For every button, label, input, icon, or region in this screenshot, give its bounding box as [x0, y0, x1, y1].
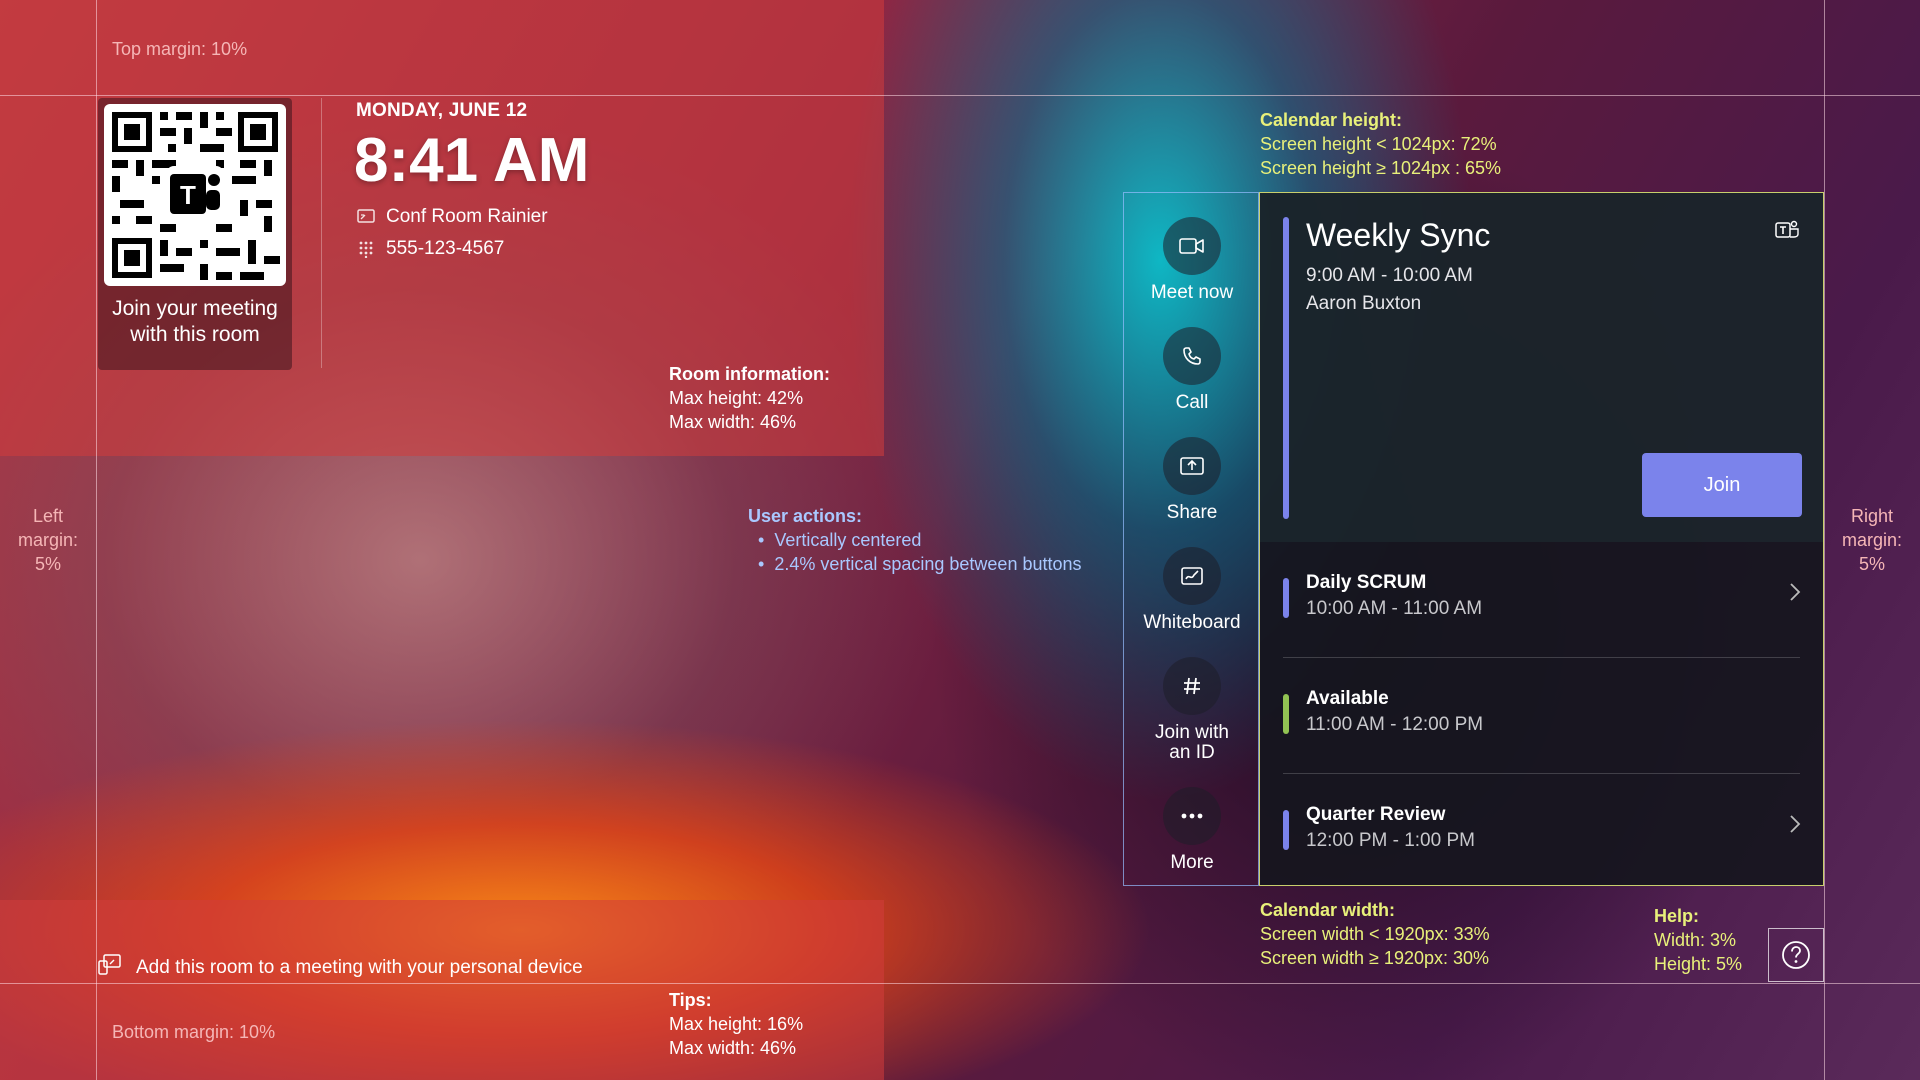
help-icon	[1782, 941, 1810, 969]
teams-icon	[1775, 219, 1799, 241]
qr-caption: Join your meeting with this room	[112, 297, 278, 346]
meet-now-label: Meet now	[1150, 282, 1234, 303]
item-time: 10:00 AM - 11:00 AM	[1306, 598, 1483, 619]
item-time: 12:00 PM - 1:00 PM	[1306, 830, 1475, 851]
dialpad-icon	[356, 240, 376, 258]
hash-icon	[1163, 657, 1221, 715]
join-with-id-button[interactable]: Join with an ID	[1124, 657, 1260, 763]
item-title: Available	[1306, 688, 1389, 709]
item-accent	[1283, 694, 1289, 734]
chevron-right-icon	[1789, 814, 1801, 839]
current-meeting-time: 9:00 AM - 10:00 AM	[1306, 265, 1473, 286]
date-label: MONDAY, JUNE 12	[356, 100, 528, 121]
item-accent	[1283, 578, 1289, 618]
cast-device-icon	[98, 954, 122, 982]
right-margin-label: Right margin: 5%	[1841, 506, 1903, 574]
current-meeting-organizer: Aaron Buxton	[1306, 293, 1422, 314]
call-label: Call	[1175, 392, 1209, 413]
whiteboard-label: Whiteboard	[1143, 612, 1241, 633]
user-actions-annotation: User actions: • Vertically centered • 2.…	[748, 506, 1082, 574]
call-button[interactable]: Call	[1124, 327, 1260, 413]
calendar-height-annotation: Calendar height: Screen height < 1024px:…	[1260, 110, 1502, 178]
bottom-margin-label: Bottom margin: 10%	[112, 1022, 276, 1042]
top-margin-label: Top margin: 10%	[112, 39, 248, 59]
more-label: More	[1170, 852, 1214, 873]
tips-annotation: Tips: Max height: 16% Max width: 46%	[669, 990, 804, 1058]
room-display-icon	[356, 209, 376, 225]
room-info-annotation: Room information: Max height: 42% Max wi…	[669, 364, 830, 432]
left-margin-label: Left margin: 5%	[17, 506, 79, 574]
meet-now-button[interactable]: Meet now	[1124, 217, 1260, 303]
phone-icon	[1163, 327, 1221, 385]
item-time: 11:00 AM - 12:00 PM	[1306, 714, 1484, 735]
qr-card: T Join your meeting with this room	[98, 98, 292, 370]
calendar-width-annotation: Calendar width: Screen width < 1920px: 3…	[1260, 900, 1490, 968]
join-with-id-label: Join with an ID	[1155, 722, 1229, 763]
tip-text: Add this room to a meeting with your per…	[136, 957, 583, 978]
share-button[interactable]: Share	[1124, 437, 1260, 523]
current-meeting-accent	[1283, 217, 1289, 519]
svg-text:T: T	[180, 180, 196, 210]
help-annotation: Help: Width: 3% Height: 5%	[1654, 906, 1743, 974]
calendar-item-quarter-review[interactable]: Quarter Review 12:00 PM - 1:00 PM	[1260, 774, 1823, 874]
calendar-item-daily-scrum[interactable]: Daily SCRUM 10:00 AM - 11:00 AM	[1260, 542, 1823, 642]
clock-time: 8:41 AM	[354, 126, 590, 195]
user-actions-rail: Meet now Call Share Whiteboard Join with…	[1123, 192, 1259, 886]
share-label: Share	[1166, 502, 1218, 523]
join-button[interactable]: Join	[1642, 453, 1802, 517]
top-margin-guide	[0, 95, 1920, 96]
qr-code: T	[104, 104, 286, 286]
bottom-margin-guide	[0, 983, 1920, 984]
room-name: Conf Room Rainier	[386, 206, 548, 227]
more-icon	[1163, 787, 1221, 845]
more-button[interactable]: More	[1124, 787, 1260, 873]
room-name-row: Conf Room Rainier	[356, 206, 548, 228]
help-button[interactable]	[1768, 928, 1824, 982]
chevron-right-icon	[1789, 582, 1801, 607]
room-phone: 555-123-4567	[386, 238, 505, 259]
item-accent	[1283, 810, 1289, 850]
calendar-item-available: Available 11:00 AM - 12:00 PM	[1260, 658, 1823, 758]
current-meeting-title: Weekly Sync	[1306, 217, 1491, 253]
item-title: Quarter Review	[1306, 804, 1446, 825]
calendar-panel: Weekly Sync 9:00 AM - 10:00 AM Aaron Bux…	[1259, 192, 1824, 886]
whiteboard-icon	[1163, 547, 1221, 605]
item-title: Daily SCRUM	[1306, 572, 1427, 593]
tip-row: Add this room to a meeting with your per…	[98, 954, 583, 982]
room-info-divider	[321, 98, 322, 368]
whiteboard-button[interactable]: Whiteboard	[1124, 547, 1260, 633]
room-phone-row: 555-123-4567	[356, 238, 504, 260]
share-screen-icon	[1163, 437, 1221, 495]
left-margin-guide	[96, 0, 97, 1080]
video-camera-icon	[1163, 217, 1221, 275]
